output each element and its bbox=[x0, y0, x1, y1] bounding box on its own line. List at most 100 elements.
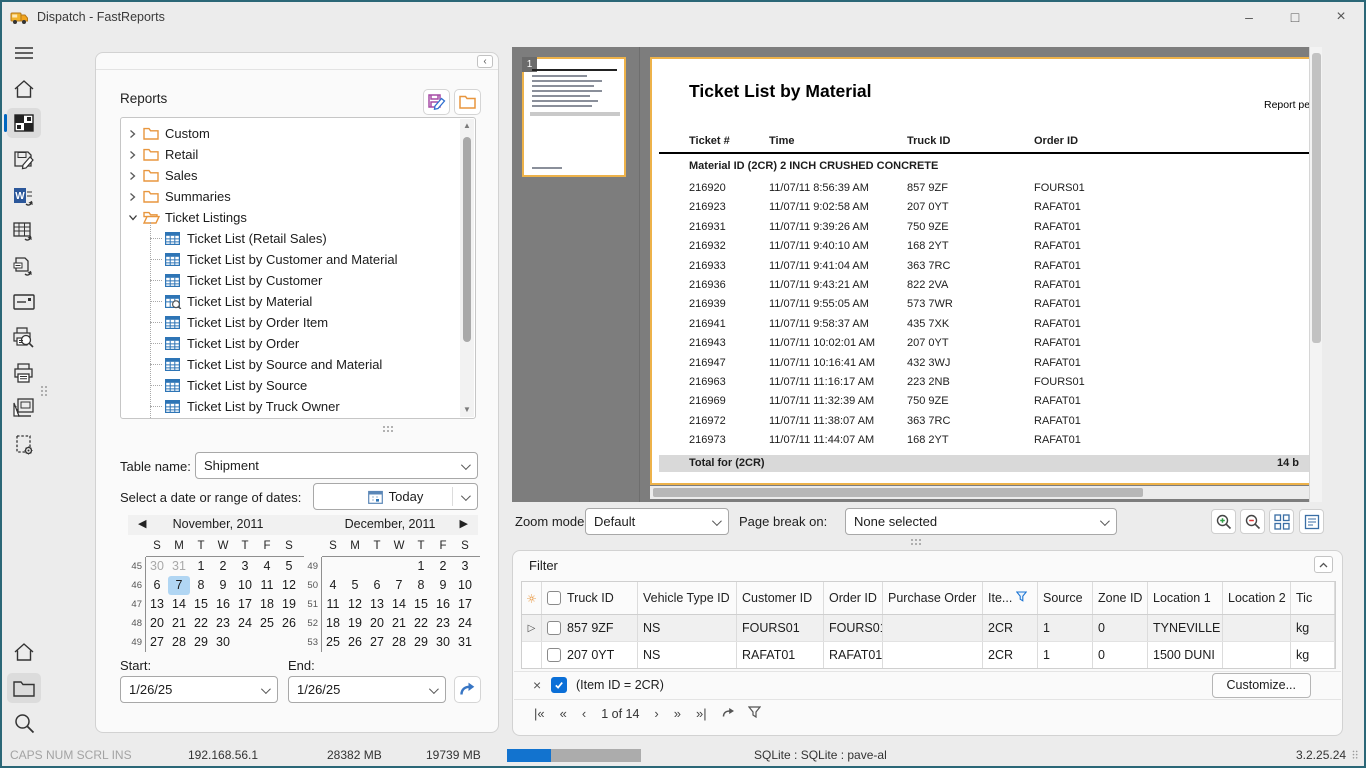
print-icon[interactable] bbox=[11, 360, 37, 386]
calendar-day-cell[interactable]: 4 bbox=[256, 557, 278, 576]
filter-collapse-button[interactable] bbox=[1314, 556, 1333, 573]
scroll-up-arrow[interactable]: ▲ bbox=[460, 119, 474, 133]
tree-item-folder[interactable]: Ticket Listings bbox=[121, 207, 459, 228]
calendar-day-cell[interactable]: 30 bbox=[432, 633, 454, 652]
filter-column-header[interactable]: Location 1 bbox=[1148, 582, 1223, 614]
filter-grid-row[interactable]: ▷857 9ZFNSFOURS01FOURS012CR10TYNEVILLEkg bbox=[522, 615, 1335, 642]
calendar-day-cell[interactable]: 13 bbox=[146, 595, 168, 614]
filter-column-header[interactable]: Customer ID bbox=[737, 582, 824, 614]
tree-item-folder[interactable]: Retail bbox=[121, 144, 459, 165]
filter-grid-cell[interactable] bbox=[883, 642, 983, 668]
calendar-day-cell[interactable]: 26 bbox=[278, 614, 300, 633]
calendar-day-cell[interactable]: 22 bbox=[190, 614, 212, 633]
calendar-day-cell[interactable]: 30 bbox=[212, 633, 234, 652]
nav-next-button[interactable]: › bbox=[654, 706, 658, 721]
calendar-day-cell[interactable]: 6 bbox=[146, 576, 168, 595]
preview-vscrollbar[interactable] bbox=[1309, 47, 1322, 502]
home-icon[interactable] bbox=[11, 76, 37, 102]
tree-item-report[interactable]: Ticket List by Customer bbox=[121, 270, 459, 291]
resize-grip[interactable] bbox=[1353, 751, 1359, 764]
calendar-day-cell[interactable]: 8 bbox=[190, 576, 212, 595]
tree-item-folder[interactable]: Summaries bbox=[121, 186, 459, 207]
menu-icon[interactable] bbox=[11, 40, 37, 66]
nav-last-button[interactable]: »| bbox=[696, 706, 707, 721]
filter-grid-cell[interactable]: kg bbox=[1291, 615, 1335, 641]
calendar-day-cell[interactable]: 12 bbox=[278, 576, 300, 595]
calendar-day-cell[interactable]: 3 bbox=[454, 557, 476, 576]
folder-bottom-icon-selected[interactable] bbox=[7, 673, 41, 703]
email-icon[interactable] bbox=[11, 289, 37, 315]
tree-item-report[interactable]: Ticket List by Customer and Material bbox=[121, 249, 459, 270]
calendar-day-cell[interactable]: 13 bbox=[366, 595, 388, 614]
preview-hscrollbar[interactable] bbox=[650, 486, 1309, 499]
filter-grid-cell[interactable]: NS bbox=[638, 615, 737, 641]
close-button[interactable]: × bbox=[1318, 2, 1364, 32]
filter-column-header[interactable]: Location 2 bbox=[1223, 582, 1291, 614]
tree-item-report[interactable]: Ticket List by Source bbox=[121, 375, 459, 396]
calendar-day-cell[interactable]: 24 bbox=[234, 614, 256, 633]
reports-tiles-icon-selected[interactable] bbox=[7, 108, 41, 138]
filter-column-header[interactable]: Zone ID bbox=[1093, 582, 1148, 614]
calendar-day-cell[interactable]: 9 bbox=[212, 576, 234, 595]
calendar-day-cell[interactable]: 21 bbox=[168, 614, 190, 633]
zoom-out-button[interactable] bbox=[1240, 509, 1265, 534]
zoom-mode-dropdown[interactable]: Default bbox=[585, 508, 729, 535]
panel-splitter-grip[interactable] bbox=[383, 426, 399, 433]
nav-next-page-button[interactable]: » bbox=[674, 706, 681, 721]
calendar-day-cell[interactable]: 8 bbox=[410, 576, 432, 595]
filter-column-header[interactable]: Order ID bbox=[824, 582, 883, 614]
table-name-dropdown[interactable]: Shipment bbox=[195, 452, 478, 479]
calendar-day-cell[interactable]: 20 bbox=[146, 614, 168, 633]
start-date-dropdown[interactable]: 1/26/25 bbox=[120, 676, 278, 703]
export-file-icon[interactable] bbox=[11, 254, 37, 280]
tree-scroll-thumb[interactable] bbox=[463, 137, 471, 342]
header-checkbox[interactable] bbox=[547, 591, 561, 605]
calendar-day-cell[interactable]: 15 bbox=[190, 595, 212, 614]
page-break-dropdown[interactable]: None selected bbox=[845, 508, 1117, 535]
folder-button[interactable] bbox=[454, 89, 481, 115]
calendar-day-cell[interactable]: 4 bbox=[322, 576, 344, 595]
row-checkbox[interactable] bbox=[547, 648, 561, 662]
calendar-day-cell[interactable] bbox=[322, 557, 344, 576]
calendar-day-cell[interactable]: 11 bbox=[256, 576, 278, 595]
calendar-day-cell[interactable]: 10 bbox=[234, 576, 256, 595]
tree-scrollbar[interactable]: ▲ ▼ bbox=[460, 119, 474, 417]
calendar-day-cell[interactable]: 31 bbox=[454, 633, 476, 652]
nav-prev-button[interactable]: ‹ bbox=[582, 706, 586, 721]
calendar-day-cell[interactable]: 1 bbox=[410, 557, 432, 576]
page-view-button[interactable] bbox=[1299, 509, 1324, 534]
filter-column-header[interactable]: Purchase Order bbox=[883, 582, 983, 614]
end-date-dropdown[interactable]: 1/26/25 bbox=[288, 676, 446, 703]
filter-grid-cell[interactable]: TYNEVILLE bbox=[1148, 615, 1223, 641]
calendar-day-cell[interactable]: 3 bbox=[234, 557, 256, 576]
filter-column-header[interactable]: Vehicle Type ID bbox=[638, 582, 737, 614]
collapse-panel-button[interactable]: ‹ bbox=[477, 55, 493, 68]
filter-column-header[interactable]: Tic bbox=[1291, 582, 1335, 614]
date-preset-dropdown[interactable]: Today bbox=[313, 483, 478, 510]
chevron-right-icon[interactable] bbox=[128, 129, 138, 139]
calendar-day-cell[interactable]: 9 bbox=[432, 576, 454, 595]
calendar-day-cell[interactable]: 14 bbox=[388, 595, 410, 614]
calendar-day-cell[interactable]: 30 bbox=[146, 557, 168, 576]
calendar-day-cell[interactable]: 26 bbox=[344, 633, 366, 652]
tree-item-report[interactable]: Ticket List by Material bbox=[121, 291, 459, 312]
nav-first-button[interactable]: |« bbox=[534, 706, 545, 721]
tree-item-folder[interactable]: Custom bbox=[121, 123, 459, 144]
calendar-day-cell[interactable]: 23 bbox=[432, 614, 454, 633]
calendar-day-cell[interactable]: 17 bbox=[454, 595, 476, 614]
page-setup-icon[interactable] bbox=[11, 395, 37, 421]
calendar-day-cell[interactable]: 23 bbox=[212, 614, 234, 633]
calendar-day-cell[interactable]: 5 bbox=[344, 576, 366, 595]
calendar-day-cell[interactable]: 16 bbox=[432, 595, 454, 614]
vscroll-thumb[interactable] bbox=[1312, 53, 1321, 343]
tree-item-report[interactable]: Ticket List by Truck Owner bbox=[121, 396, 459, 417]
home-bottom-icon[interactable] bbox=[11, 639, 37, 665]
calendar-day-cell[interactable]: 22 bbox=[410, 614, 432, 633]
page-thumbnail[interactable]: 1 bbox=[522, 57, 626, 177]
tree-item-report[interactable]: Ticket List by Truck bbox=[121, 417, 459, 419]
print-preview-icon[interactable] bbox=[11, 324, 37, 350]
apply-date-button[interactable] bbox=[454, 676, 481, 703]
column-filter-icon[interactable] bbox=[1012, 591, 1027, 605]
calendar-day-cell[interactable]: 28 bbox=[388, 633, 410, 652]
tree-item-report[interactable]: Ticket List (Retail Sales) bbox=[121, 228, 459, 249]
